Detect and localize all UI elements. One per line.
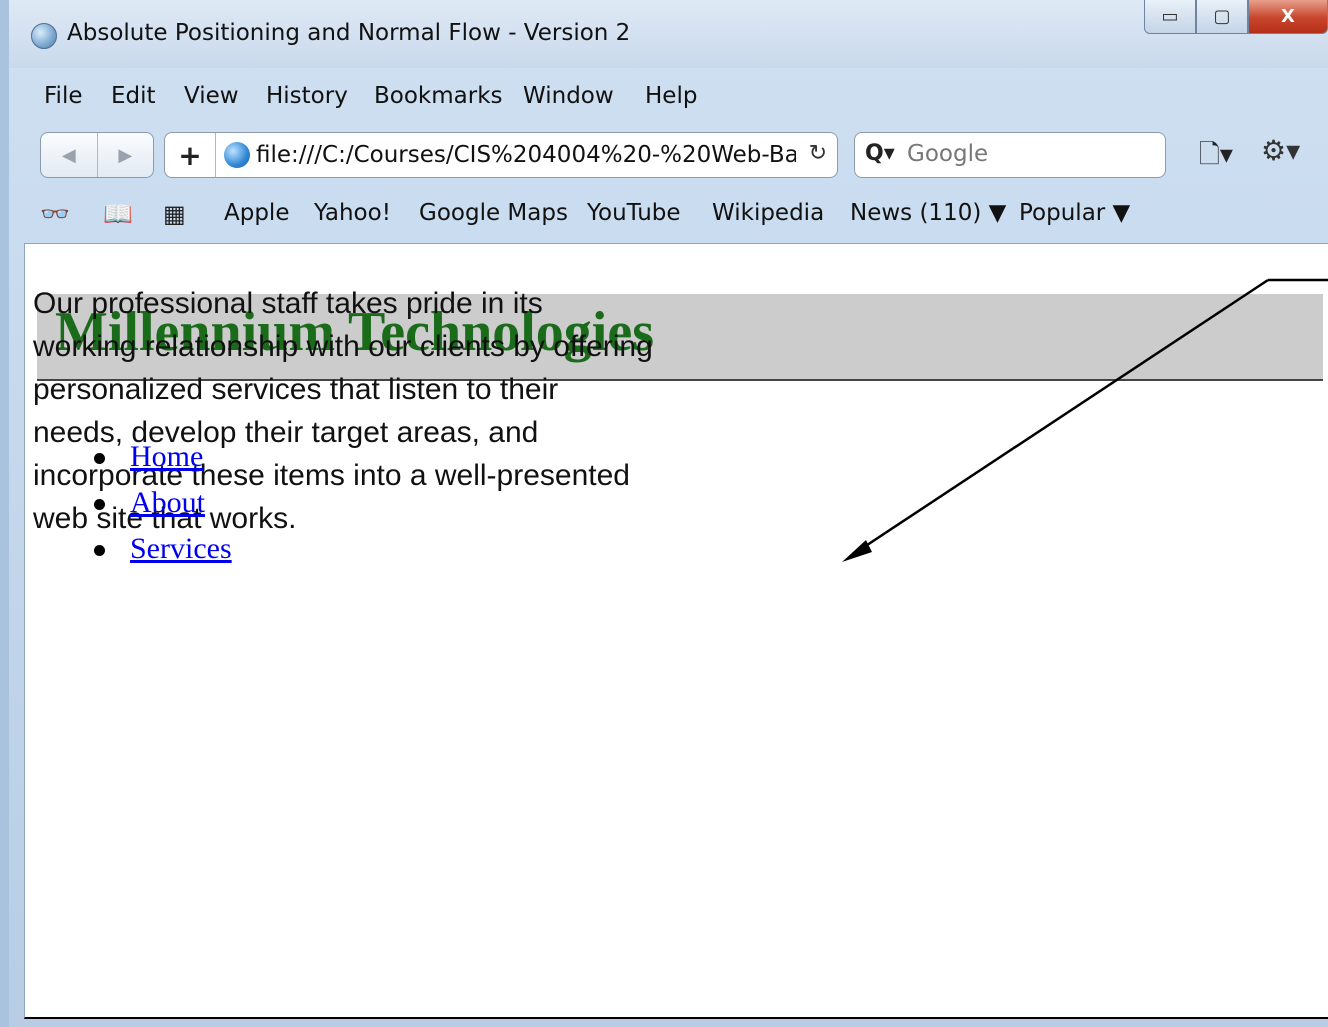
back-forward-group: ◀ ▶ — [40, 132, 154, 178]
add-bookmark-icon[interactable]: + — [165, 133, 216, 177]
menu-bar: File Edit View History Bookmarks Window … — [9, 72, 1328, 124]
menu-edit[interactable]: Edit — [111, 83, 156, 109]
list-item: Services — [90, 526, 232, 572]
forward-button[interactable]: ▶ — [96, 133, 154, 177]
browser-icon — [31, 23, 57, 49]
reload-icon[interactable]: ↻ — [809, 141, 827, 166]
bookmark-popular[interactable]: Popular ▼ — [1019, 200, 1130, 226]
bookmark-google-maps[interactable]: Google Maps — [419, 200, 568, 226]
page-menu-icon[interactable]: 🗋▾ — [1199, 136, 1233, 180]
gear-icon[interactable]: ⚙▾ — [1261, 134, 1300, 167]
list-item: Home — [90, 434, 232, 480]
reading-list-icon[interactable]: 👓 — [40, 200, 70, 228]
title-bar: Absolute Positioning and Normal Flow - V… — [9, 0, 1328, 68]
menu-help[interactable]: Help — [645, 83, 697, 109]
top-sites-icon[interactable]: ▦ — [163, 200, 186, 228]
minimize-button[interactable]: ▭ — [1144, 0, 1196, 34]
link-services[interactable]: Services — [130, 532, 232, 565]
search-box[interactable]: Q▾ Google — [854, 132, 1166, 178]
window-controls: ▭ ▢ X — [1144, 0, 1328, 40]
menu-window[interactable]: Window — [523, 83, 614, 109]
back-button[interactable]: ◀ — [41, 133, 97, 177]
link-about[interactable]: About — [130, 486, 205, 519]
list-item: About — [90, 480, 232, 526]
page-content: Millennium Technologies Our professional… — [24, 243, 1328, 1019]
globe-icon — [224, 142, 250, 168]
menu-history[interactable]: History — [266, 83, 348, 109]
menu-file[interactable]: File — [44, 83, 83, 109]
bookmark-news[interactable]: News (110) ▼ — [850, 200, 1006, 226]
window-title: Absolute Positioning and Normal Flow - V… — [67, 20, 631, 46]
browser-window: Absolute Positioning and Normal Flow - V… — [0, 0, 1328, 1027]
search-icon: Q▾ — [865, 141, 895, 166]
nav-link-list: Home About Services — [90, 434, 232, 572]
menu-bookmarks[interactable]: Bookmarks — [374, 83, 503, 109]
bookmarks-bar: 👓 📖 ▦ Apple Yahoo! Google Maps YouTube W… — [9, 192, 1328, 242]
bookmark-apple[interactable]: Apple — [224, 200, 289, 226]
search-input[interactable]: Google — [907, 141, 988, 167]
navigation-toolbar: ◀ ▶ + file:///C:/Courses/CIS%204004%20-%… — [9, 124, 1328, 192]
menu-view[interactable]: View — [184, 83, 239, 109]
bookmark-yahoo[interactable]: Yahoo! — [314, 200, 391, 226]
bookmarks-icon[interactable]: 📖 — [103, 200, 133, 228]
bookmark-wikipedia[interactable]: Wikipedia — [712, 200, 824, 226]
close-button[interactable]: X — [1248, 0, 1328, 34]
maximize-button[interactable]: ▢ — [1196, 0, 1248, 34]
address-bar[interactable]: + file:///C:/Courses/CIS%204004%20-%20We… — [164, 132, 838, 178]
url-field[interactable]: file:///C:/Courses/CIS%204004%20-%20Web-… — [256, 142, 796, 168]
bookmark-youtube[interactable]: YouTube — [587, 200, 681, 226]
link-home[interactable]: Home — [130, 440, 203, 473]
